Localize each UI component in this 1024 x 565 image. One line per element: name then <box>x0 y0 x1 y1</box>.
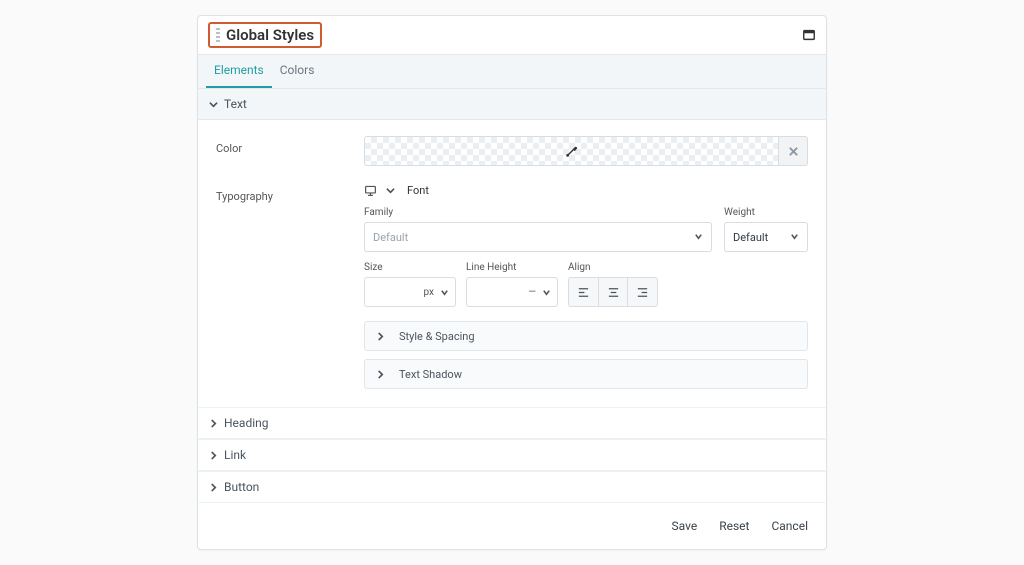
input-line-height-value[interactable] <box>467 286 521 299</box>
input-size[interactable]: px <box>364 277 456 307</box>
section-text-body: Color Typography <box>198 120 826 407</box>
label-size: Size <box>364 262 456 273</box>
section-link-label: Link <box>224 448 246 462</box>
section-text-label: Text <box>224 97 247 111</box>
footer: Save Reset Cancel <box>198 502 826 549</box>
chevron-down-icon <box>385 186 395 196</box>
section-heading-label: Heading <box>224 416 269 430</box>
label-typography: Typography <box>216 184 364 203</box>
titlebar: Global Styles <box>198 16 826 55</box>
desktop-icon[interactable] <box>364 184 377 197</box>
color-swatch[interactable] <box>364 136 778 166</box>
input-line-height-unit: — <box>521 287 542 298</box>
font-fields: Family Default Weight Default <box>364 207 808 252</box>
tabs: Elements Colors <box>198 55 826 89</box>
select-weight-value: Default <box>733 231 768 244</box>
panel-title: Global Styles <box>226 26 314 44</box>
align-center-button[interactable] <box>599 278 629 306</box>
label-weight: Weight <box>724 207 808 218</box>
input-size-value[interactable] <box>365 286 416 299</box>
subsection-style-spacing-label: Style & Spacing <box>399 330 475 343</box>
caret-down-icon[interactable] <box>542 288 557 297</box>
align-group <box>568 277 658 307</box>
label-family: Family <box>364 207 712 218</box>
tab-colors[interactable]: Colors <box>272 55 323 88</box>
select-weight[interactable]: Default <box>724 222 808 252</box>
section-text-header[interactable]: Text <box>198 89 826 120</box>
font-toggle-label: Font <box>407 184 429 197</box>
caret-down-icon <box>790 231 799 244</box>
chevron-right-icon <box>208 482 218 492</box>
chevron-right-icon <box>208 450 218 460</box>
input-size-unit: px <box>416 287 440 298</box>
cancel-button[interactable]: Cancel <box>769 515 810 537</box>
drag-grip-icon <box>216 28 220 42</box>
subsection-text-shadow[interactable]: Text Shadow <box>364 359 808 389</box>
subsection-style-spacing[interactable]: Style & Spacing <box>364 321 808 351</box>
section-button-label: Button <box>224 480 259 494</box>
chevron-down-icon <box>208 99 218 109</box>
label-align: Align <box>568 262 808 273</box>
color-input <box>364 136 808 166</box>
select-family-value: Default <box>373 231 408 244</box>
typography-line: Font <box>364 184 808 197</box>
font-fields-2: Size px Line Height — <box>364 262 808 307</box>
chevron-right-icon <box>375 331 385 341</box>
chevron-right-icon <box>208 418 218 428</box>
section-heading-header[interactable]: Heading <box>198 407 826 439</box>
title-highlight: Global Styles <box>208 22 322 48</box>
section-link-header[interactable]: Link <box>198 439 826 471</box>
label-color: Color <box>216 136 364 155</box>
select-family[interactable]: Default <box>364 222 712 252</box>
save-button[interactable]: Save <box>670 515 700 537</box>
caret-down-icon <box>694 231 703 244</box>
section-button-header[interactable]: Button <box>198 471 826 502</box>
align-left-button[interactable] <box>569 278 599 306</box>
row-color: Color <box>216 136 808 166</box>
font-toggle[interactable]: Font <box>385 184 429 197</box>
label-line-height: Line Height <box>466 262 558 273</box>
window-mode-icon[interactable] <box>802 28 816 42</box>
tab-elements[interactable]: Elements <box>206 55 272 88</box>
subsection-text-shadow-label: Text Shadow <box>399 368 462 381</box>
typography-subsections: Style & Spacing Text Shadow <box>364 321 808 389</box>
align-right-button[interactable] <box>628 278 657 306</box>
global-styles-panel: Global Styles Elements Colors Text Color <box>197 15 827 550</box>
caret-down-icon[interactable] <box>440 288 455 297</box>
row-typography: Typography Font Family <box>216 184 808 389</box>
clear-color-button[interactable] <box>778 136 808 166</box>
reset-button[interactable]: Reset <box>717 515 751 537</box>
chevron-right-icon <box>375 369 385 379</box>
input-line-height[interactable]: — <box>466 277 558 307</box>
